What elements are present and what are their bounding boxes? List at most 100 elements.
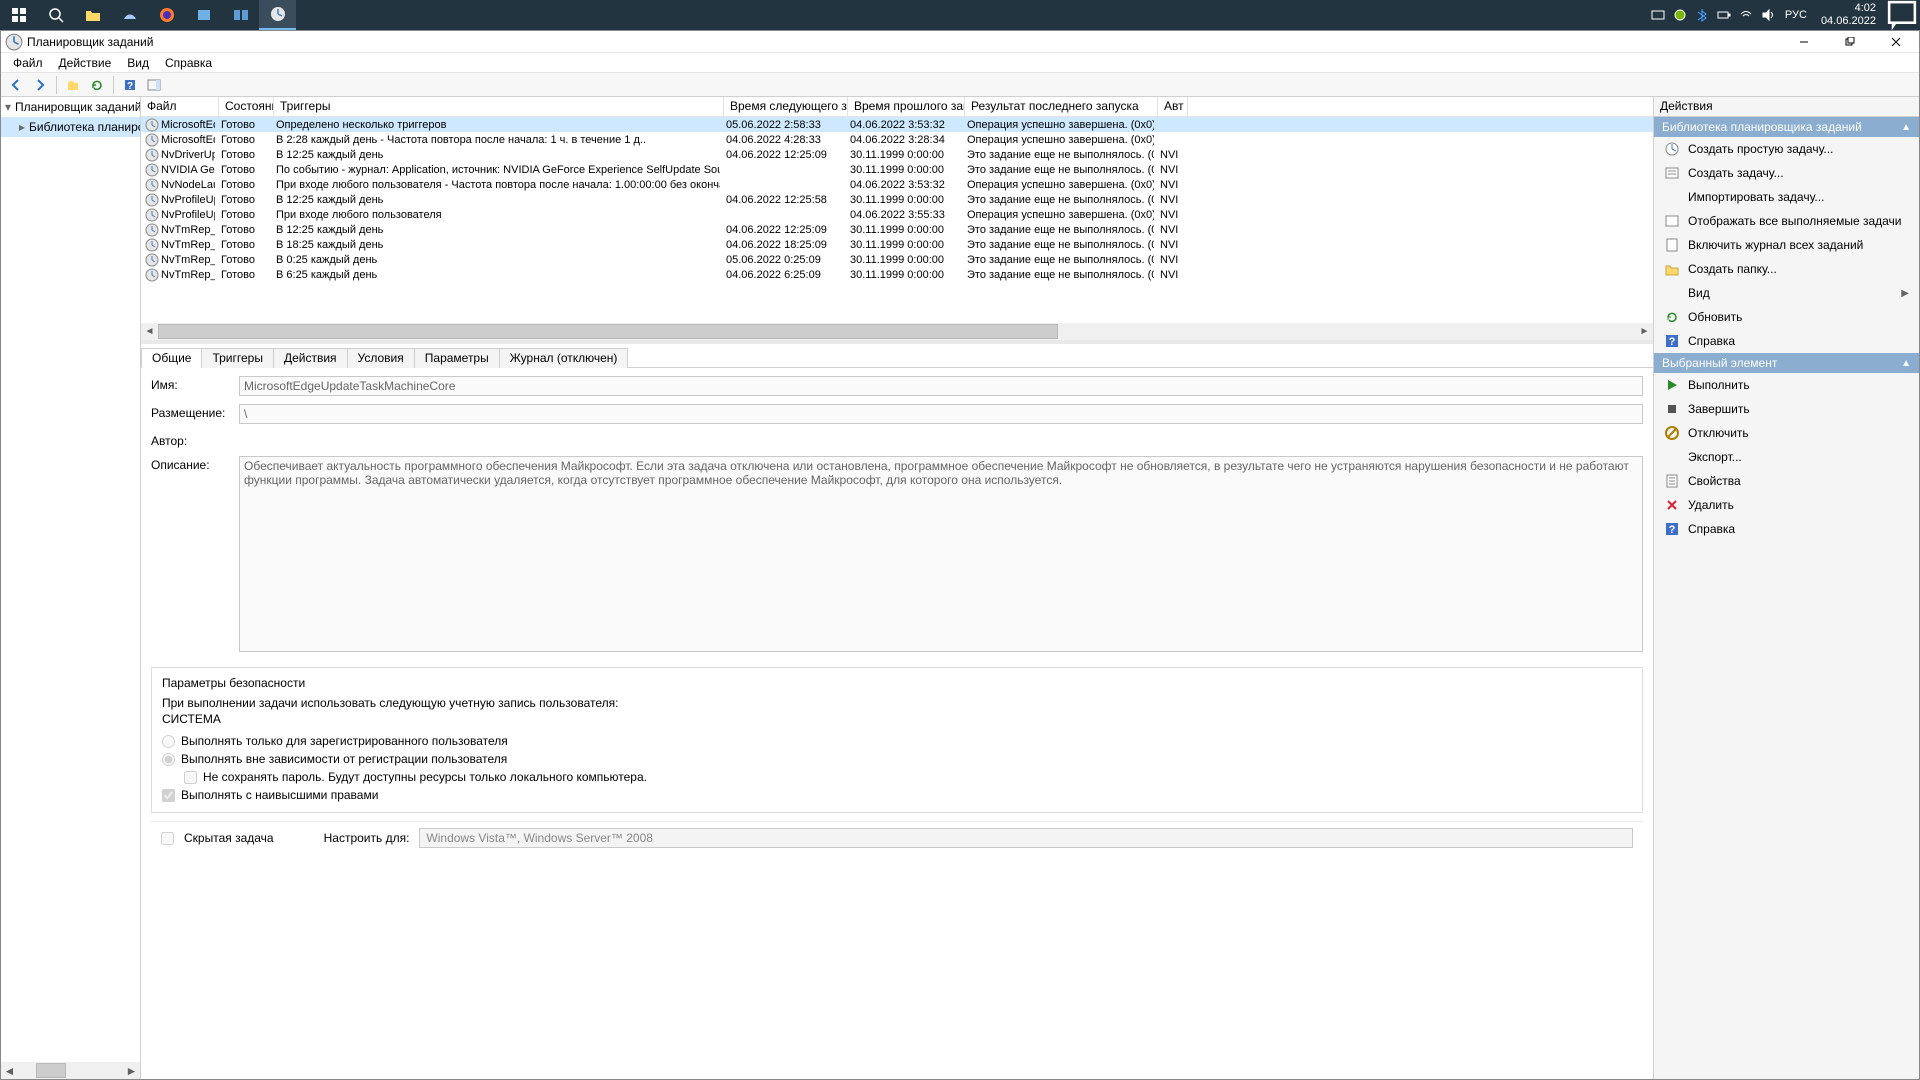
- taskbar-app-2[interactable]: [185, 0, 222, 30]
- security-account-prompt: При выполнении задачи использовать следу…: [162, 696, 1632, 710]
- menu-help[interactable]: Справка: [157, 54, 220, 72]
- toolbar-panel-toggle-button[interactable]: [143, 75, 165, 95]
- taskbar-app-1[interactable]: [111, 0, 148, 30]
- action-delete[interactable]: Удалить: [1654, 493, 1919, 517]
- label-author: Автор:: [151, 432, 239, 448]
- task-row[interactable]: NvTmRep_C...ГотовоВ 12:25 каждый день04.…: [141, 222, 1653, 237]
- tab-general[interactable]: Общие: [141, 348, 202, 368]
- col-last[interactable]: Время прошлого запуска: [848, 97, 965, 116]
- action-properties[interactable]: Свойства: [1654, 469, 1919, 493]
- col-trigger[interactable]: Триггеры: [274, 97, 724, 116]
- titlebar: Планировщик заданий: [1, 31, 1919, 53]
- radio-logged-on-label: Выполнять только для зарегистрированного…: [181, 734, 508, 748]
- close-button[interactable]: [1873, 31, 1919, 53]
- menu-action[interactable]: Действие: [51, 54, 120, 72]
- action-end[interactable]: Завершить: [1654, 397, 1919, 421]
- end-icon: [1664, 401, 1680, 417]
- col-state[interactable]: Состояние: [219, 97, 274, 116]
- tree-collapse-icon[interactable]: ▾: [5, 100, 11, 114]
- tree-expand-icon[interactable]: ▸: [19, 120, 25, 134]
- action-show-running[interactable]: Отображать все выполняемые задачи: [1654, 209, 1919, 233]
- tab-actions[interactable]: Действия: [273, 348, 348, 368]
- task-row[interactable]: NvDriverUp...ГотовоВ 12:25 каждый день04…: [141, 147, 1653, 162]
- task-row[interactable]: NvTmRep_C...ГотовоВ 18:25 каждый день04.…: [141, 237, 1653, 252]
- svg-text:?: ?: [1669, 336, 1676, 348]
- field-description[interactable]: Обеспечивает актуальность программного о…: [239, 456, 1643, 652]
- task-row[interactable]: NvTmRep_C...ГотовоВ 0:25 каждый день05.0…: [141, 252, 1653, 267]
- clock-time: 4:02: [1821, 2, 1876, 15]
- start-button[interactable]: [0, 0, 37, 30]
- toolbar-forward-button[interactable]: [29, 75, 51, 95]
- tab-settings[interactable]: Параметры: [414, 348, 500, 368]
- task-row[interactable]: NvTmRep_C...ГотовоВ 6:25 каждый день04.0…: [141, 267, 1653, 282]
- toolbar-refresh-button[interactable]: [86, 75, 108, 95]
- action-create-task[interactable]: Создать задачу...: [1654, 161, 1919, 185]
- minimize-button[interactable]: [1781, 31, 1827, 53]
- taskbar-app-3[interactable]: [222, 0, 259, 30]
- task-row[interactable]: NvProfileUp...ГотовоВ 12:25 каждый день0…: [141, 192, 1653, 207]
- tray-notifications-icon[interactable]: [1884, 0, 1920, 30]
- task-icon: [145, 133, 159, 147]
- tray-battery-icon[interactable]: [1713, 0, 1735, 30]
- create-task-icon: [1664, 165, 1680, 181]
- radio-any-user-label: Выполнять вне зависимости от регистрации…: [181, 752, 507, 766]
- tray-volume-icon[interactable]: [1757, 0, 1779, 30]
- action-import[interactable]: Импортировать задачу...: [1654, 185, 1919, 209]
- col-author[interactable]: Авт: [1158, 97, 1188, 116]
- taskbar-explorer[interactable]: [74, 0, 111, 30]
- toolbar-up-button[interactable]: [62, 75, 84, 95]
- task-row[interactable]: NVIDIA GeF...ГотовоПо событию - журнал: …: [141, 162, 1653, 177]
- actions-section-selected[interactable]: Выбранный элемент▲: [1654, 353, 1919, 373]
- task-row[interactable]: MicrosoftEd...ГотовоВ 2:28 каждый день -…: [141, 132, 1653, 147]
- action-enable-history[interactable]: Включить журнал всех заданий: [1654, 233, 1919, 257]
- tray-nvidia-icon[interactable]: [1669, 0, 1691, 30]
- taskbar-task-scheduler[interactable]: [259, 0, 296, 30]
- action-new-folder[interactable]: Создать папку...: [1654, 257, 1919, 281]
- tray-bluetooth-icon[interactable]: [1691, 0, 1713, 30]
- tray-wifi-icon[interactable]: [1735, 0, 1757, 30]
- col-result[interactable]: Результат последнего запуска: [965, 97, 1158, 116]
- tray-language[interactable]: РУС: [1779, 9, 1813, 21]
- tab-conditions[interactable]: Условия: [347, 348, 415, 368]
- action-help1[interactable]: ?Справка: [1654, 329, 1919, 353]
- action-help2[interactable]: ?Справка: [1654, 517, 1919, 541]
- tree-scrollbar[interactable]: ◄►: [1, 1062, 140, 1079]
- maximize-button[interactable]: [1827, 31, 1873, 53]
- clock-date: 04.06.2022: [1821, 15, 1876, 28]
- tray-icon[interactable]: [1647, 0, 1669, 30]
- task-details: Общие Триггеры Действия Условия Параметр…: [141, 344, 1653, 1079]
- task-row[interactable]: NvNodeLau...ГотовоПри входе любого польз…: [141, 177, 1653, 192]
- task-icon: [145, 193, 159, 207]
- action-export[interactable]: Экспорт...: [1654, 445, 1919, 469]
- menu-view[interactable]: Вид: [119, 54, 157, 72]
- field-location[interactable]: [239, 404, 1643, 424]
- tree-library[interactable]: ▸ Библиотека планировщ: [1, 117, 140, 137]
- action-refresh[interactable]: Обновить: [1654, 305, 1919, 329]
- toolbar-help-button[interactable]: ?: [119, 75, 141, 95]
- menu-file[interactable]: Файл: [5, 54, 51, 72]
- search-icon[interactable]: [37, 0, 74, 30]
- tree-root[interactable]: ▾ Планировщик заданий (Ло: [1, 97, 140, 117]
- col-file[interactable]: Файл: [141, 97, 219, 116]
- action-run[interactable]: Выполнить: [1654, 373, 1919, 397]
- tab-history[interactable]: Журнал (отключен): [499, 348, 629, 368]
- task-row[interactable]: MicrosoftEd...ГотовоОпределено несколько…: [141, 117, 1653, 132]
- tab-triggers[interactable]: Триггеры: [201, 348, 274, 368]
- actions-pane: Действия Библиотека планировщика заданий…: [1654, 97, 1919, 1079]
- radio-any-user: [162, 753, 175, 766]
- actions-pane-header: Действия: [1654, 97, 1919, 117]
- action-disable[interactable]: Отключить: [1654, 421, 1919, 445]
- import-icon: [1664, 189, 1680, 205]
- col-next[interactable]: Время следующего запуска: [724, 97, 848, 116]
- taskbar-firefox[interactable]: [148, 0, 185, 30]
- toolbar-back-button[interactable]: [5, 75, 27, 95]
- actions-section-library[interactable]: Библиотека планировщика заданий▲: [1654, 117, 1919, 137]
- tray-clock[interactable]: 4:02 04.06.2022: [1813, 2, 1884, 28]
- field-name[interactable]: [239, 376, 1643, 396]
- action-create-basic[interactable]: Создать простую задачу...: [1654, 137, 1919, 161]
- action-view[interactable]: Вид▶: [1654, 281, 1919, 305]
- task-row[interactable]: NvProfileUp...ГотовоПри входе любого пол…: [141, 207, 1653, 222]
- security-legend: Параметры безопасности: [162, 676, 1632, 690]
- dropdown-configure-for[interactable]: Windows Vista™, Windows Server™ 2008: [419, 828, 1633, 848]
- list-scrollbar[interactable]: ◄►: [141, 323, 1653, 340]
